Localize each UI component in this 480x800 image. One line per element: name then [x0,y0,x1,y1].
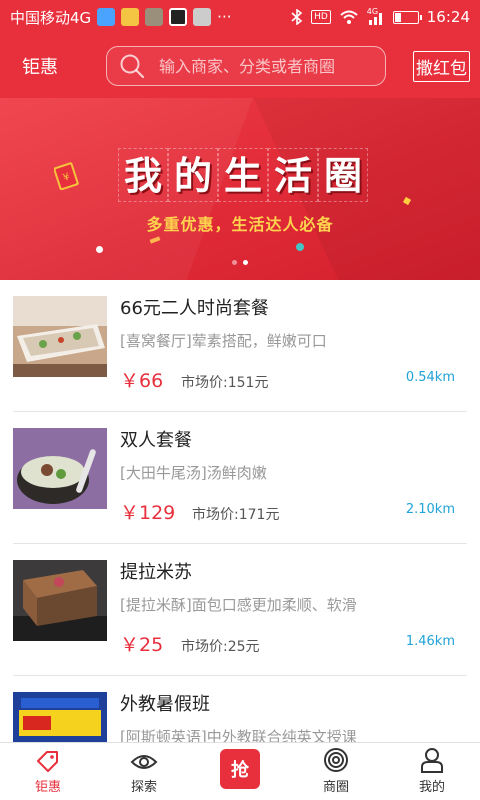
carousel-indicator [0,260,480,265]
banner-title: 我 的 生 活 圈 [118,148,368,202]
user-icon [421,748,443,773]
send-red-packet-button[interactable]: 撒红包 [413,50,470,82]
deal-title: 66元二人时尚套餐 [120,298,269,319]
tab-deals[interactable]: 钜惠 [0,743,96,800]
status-bar: 中国移动4G ··· HD 4G 16:24 [0,0,480,34]
app-notification-icon [145,8,164,26]
bluetooth-icon [291,9,303,25]
app-notification-icon [121,8,140,26]
deal-price: ￥66 [120,370,164,392]
deal-list: 66元二人时尚套餐 [喜窝餐厅]荤素搭配，鲜嫩可口 ￥66 市场价:151元 0… [0,280,480,742]
deal-item[interactable]: 66元二人时尚套餐 [喜窝餐厅]荤素搭配，鲜嫩可口 ￥66 市场价:151元 0… [13,280,467,412]
search-icon [120,54,145,79]
distance-label: 0.54km [405,370,455,385]
qq-icon [169,8,188,26]
market-price: 市场价:151元 [181,375,269,391]
tag-icon [37,751,58,772]
deal-title: 提拉米苏 [120,562,192,583]
market-price: 市场价:171元 [192,507,280,523]
deal-item[interactable]: 双人套餐 [大田牛尾汤]汤鲜肉嫩 ￥129 市场价:171元 2.10km [13,412,467,544]
banner-subtitle: 多重优惠，生活达人必备 [146,215,334,234]
deal-price: ￥25 [120,634,164,656]
promo-banner[interactable]: ¥ 我 的 生 活 圈 多重优惠，生活达人必备 [0,98,480,280]
carrier-label: 中国移动4G [10,8,92,27]
market-price: 市场价:25元 [181,639,260,655]
battery-level [394,12,402,22]
deal-description: [提拉米酥]面包口感更加柔顺、软滑 [120,596,357,614]
wifi-icon [340,10,358,24]
gallery-icon [193,8,212,26]
distance-label: 2.10km [405,502,455,517]
eye-icon [130,755,158,769]
deal-thumbnail [13,428,107,509]
deal-title: 双人套餐 [120,430,192,451]
deal-thumbnail [13,560,107,641]
app-notification-icon [97,8,116,26]
deal-thumbnail [13,296,107,377]
bottom-tab-bar: 钜惠 探索 抢 商圈 我的 [0,742,480,800]
deal-item[interactable]: 外教暑假班 [阿斯顿英语]中外教联合纯英文授课 [13,676,467,742]
tab-profile[interactable]: 我的 [384,743,480,800]
deal-description: [阿斯顿英语]中外教联合纯英文授课 [120,728,357,742]
hd-icon: HD [311,10,331,24]
target-icon [324,748,348,772]
search-input[interactable] [159,56,369,76]
deal-description: [喜窝餐厅]荤素搭配，鲜嫩可口 [120,332,327,350]
signal-icon: 4G [367,7,385,25]
red-envelope-icon: ¥ [54,162,79,190]
search-box[interactable] [106,46,386,86]
grab-button[interactable]: 抢 [220,749,260,789]
deal-title: 外教暑假班 [120,694,210,715]
deal-thumbnail [13,692,107,742]
clock: 16:24 [426,8,470,26]
city-brand-label[interactable]: 钜惠 [0,53,80,79]
app-header: 钜惠 撒红包 [0,34,480,98]
more-notifications-icon: ··· [217,8,232,26]
tab-business-district[interactable]: 商圈 [288,743,384,800]
deal-item[interactable]: 提拉米苏 [提拉米酥]面包口感更加柔顺、软滑 ￥25 市场价:25元 1.46k… [13,544,467,676]
distance-label: 1.46km [405,634,455,649]
tab-grab[interactable]: 抢 [192,743,288,800]
battery-icon [392,10,422,24]
deal-description: [大田牛尾汤]汤鲜肉嫩 [120,464,267,482]
tab-explore[interactable]: 探索 [96,743,192,800]
deal-price: ￥129 [120,502,176,524]
